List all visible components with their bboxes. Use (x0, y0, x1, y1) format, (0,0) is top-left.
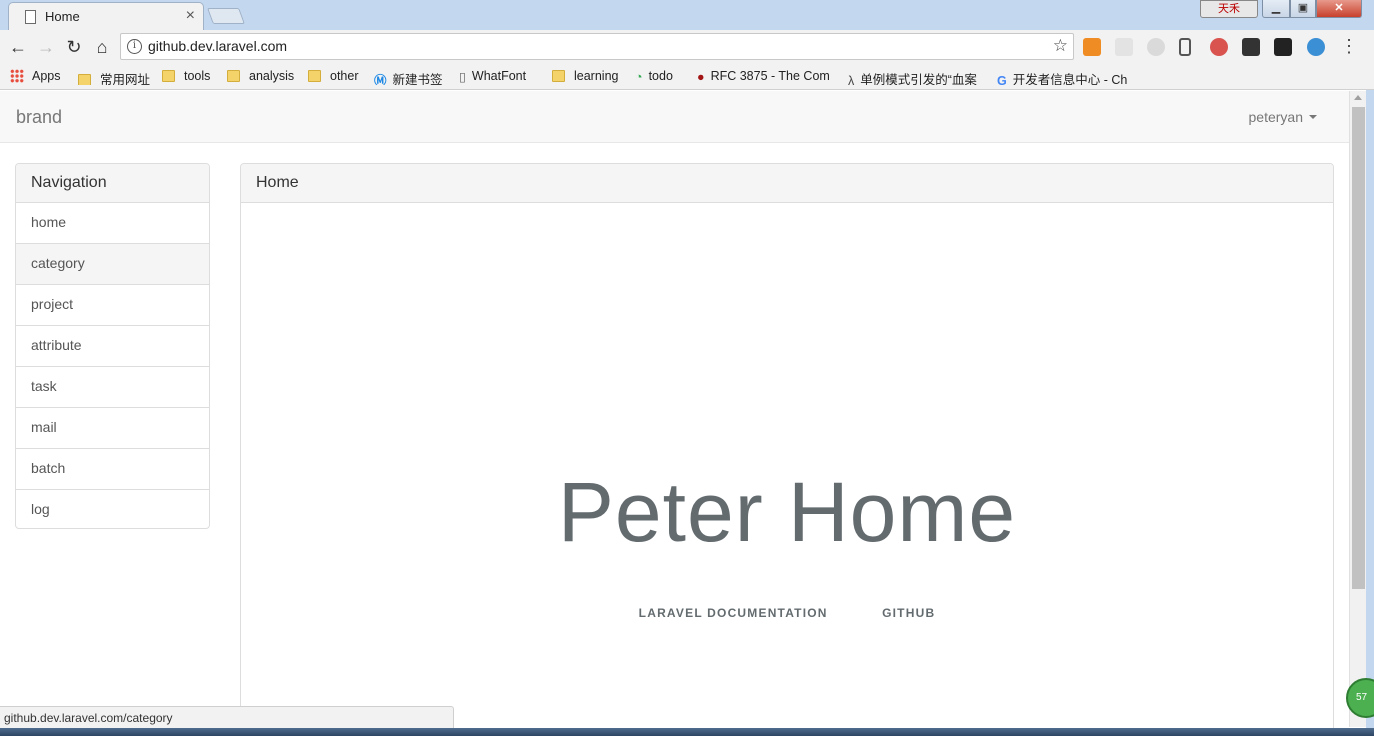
github-link[interactable]: GITHUB (882, 606, 935, 620)
nav-item-mail[interactable]: mail (16, 408, 209, 449)
browser-tab-home[interactable]: Home × (8, 2, 204, 30)
navbar-brand[interactable]: brand (16, 107, 62, 128)
browser-toolbar: ← → ↻ ⌂ i github.dev.laravel.com ☆ ⋮ (0, 30, 1374, 64)
folder-icon (78, 74, 91, 85)
maximize-button[interactable]: ▣ (1290, 0, 1316, 18)
page-title: Peter Home (557, 465, 1017, 559)
home-icon[interactable]: ⌂ (90, 35, 114, 59)
address-bar[interactable]: i github.dev.laravel.com ☆ (120, 33, 1074, 60)
bookmark-todo[interactable]: ◔ todo (635, 69, 673, 85)
home-panel: Home Peter Home LARAVEL DOCUMENTATION GI… (240, 163, 1334, 736)
page-scrollbar[interactable] (1349, 91, 1366, 727)
chrome-menu-icon[interactable]: ⋮ (1340, 36, 1358, 57)
nav-item-log[interactable]: log (16, 490, 209, 531)
bookmark-folder-learning[interactable]: learning (552, 69, 618, 85)
bookmark-folder-other[interactable]: other (308, 69, 359, 85)
link-extension-icon[interactable] (1115, 38, 1133, 56)
bookmark-folder-analysis[interactable]: analysis (227, 69, 294, 85)
window-frame-right (1366, 90, 1374, 730)
status-bar-url: github.dev.laravel.com/category (0, 706, 454, 728)
folder-icon (552, 70, 565, 82)
new-tab-button[interactable] (207, 8, 245, 24)
info-icon[interactable]: i (127, 39, 142, 54)
tab-title: Home (45, 9, 80, 24)
bookmark-star-icon[interactable]: ☆ (1053, 36, 1068, 56)
notes-extension-icon[interactable] (1179, 38, 1191, 56)
page-viewport: brand peteryan Navigation home category … (0, 91, 1349, 736)
back-icon[interactable]: ← (6, 35, 30, 59)
todo-icon: ◔ (635, 70, 643, 84)
minimize-button[interactable]: ▁ (1262, 0, 1290, 18)
nav-item-category[interactable]: category (16, 244, 209, 285)
history-extension-icon[interactable] (1147, 38, 1165, 56)
scroll-thumb[interactable] (1352, 107, 1365, 589)
bookmark-singleton[interactable]: λ 单例模式引发的“血案 (848, 69, 986, 85)
binary-extension-icon[interactable] (1242, 38, 1260, 56)
laravel-documentation-link[interactable]: LARAVEL DOCUMENTATION (639, 606, 828, 620)
home-heading: Home (241, 164, 1333, 203)
reload-icon[interactable]: ↻ (62, 35, 86, 59)
lambda-icon: λ (848, 74, 855, 85)
bookmark-apps[interactable]: Apps (10, 69, 61, 85)
ime-indicator[interactable]: 天禾 (1200, 0, 1258, 18)
scroll-up-arrow-icon[interactable] (1354, 95, 1362, 100)
bookmark-folder-tools[interactable]: tools (162, 69, 210, 85)
bookmark-developer-center[interactable]: G 开发者信息中心 - Ch (997, 69, 1133, 85)
bookmark-whatfont[interactable]: ▯ WhatFont (459, 69, 526, 85)
hero-links: LARAVEL DOCUMENTATION GITHUB (241, 604, 1333, 622)
m-logo-icon: Ⓜ (374, 74, 387, 85)
nav-item-project[interactable]: project (16, 285, 209, 326)
folder-icon (308, 70, 321, 82)
folder-icon (162, 70, 175, 82)
navigation-panel: Navigation home category project attribu… (15, 163, 210, 529)
page-icon: ▯ (459, 70, 466, 84)
nav-item-attribute[interactable]: attribute (16, 326, 209, 367)
google-icon: G (997, 74, 1007, 85)
nav-item-home[interactable]: home (16, 203, 209, 244)
globe-extension-icon[interactable] (1307, 38, 1325, 56)
os-taskbar (0, 728, 1374, 736)
forward-icon[interactable]: → (34, 35, 58, 59)
caret-down-icon (1309, 115, 1317, 119)
nav-item-batch[interactable]: batch (16, 449, 209, 490)
folder-icon (227, 70, 240, 82)
bookmark-folder-common[interactable]: 常用网址 (78, 69, 150, 85)
rfc-icon: ● (697, 70, 705, 84)
user-dropdown[interactable]: peteryan (1249, 109, 1317, 125)
navbar: brand peteryan (0, 91, 1349, 143)
analytics-extension-icon[interactable] (1083, 38, 1101, 56)
tab-close-icon[interactable]: × (186, 7, 195, 25)
address-url[interactable]: github.dev.laravel.com (148, 38, 287, 54)
bookmark-new[interactable]: Ⓜ 新建书签 (374, 69, 443, 85)
page-icon (25, 10, 36, 24)
navigation-heading: Navigation (16, 164, 209, 203)
notification-extension-icon[interactable] (1274, 38, 1292, 56)
close-window-button[interactable]: ✕ (1316, 0, 1362, 18)
apps-grid-icon (10, 69, 24, 83)
bookmarks-bar: Apps 常用网址 tools analysis other Ⓜ 新建书签 ▯ Wh… (0, 64, 1374, 90)
bookmark-rfc3875[interactable]: ● RFC 3875 - The Com (697, 69, 835, 85)
nav-item-task[interactable]: task (16, 367, 209, 408)
face-extension-icon[interactable] (1210, 38, 1228, 56)
tab-strip: Home × 天禾 ▁ ▣ ✕ (0, 0, 1374, 30)
